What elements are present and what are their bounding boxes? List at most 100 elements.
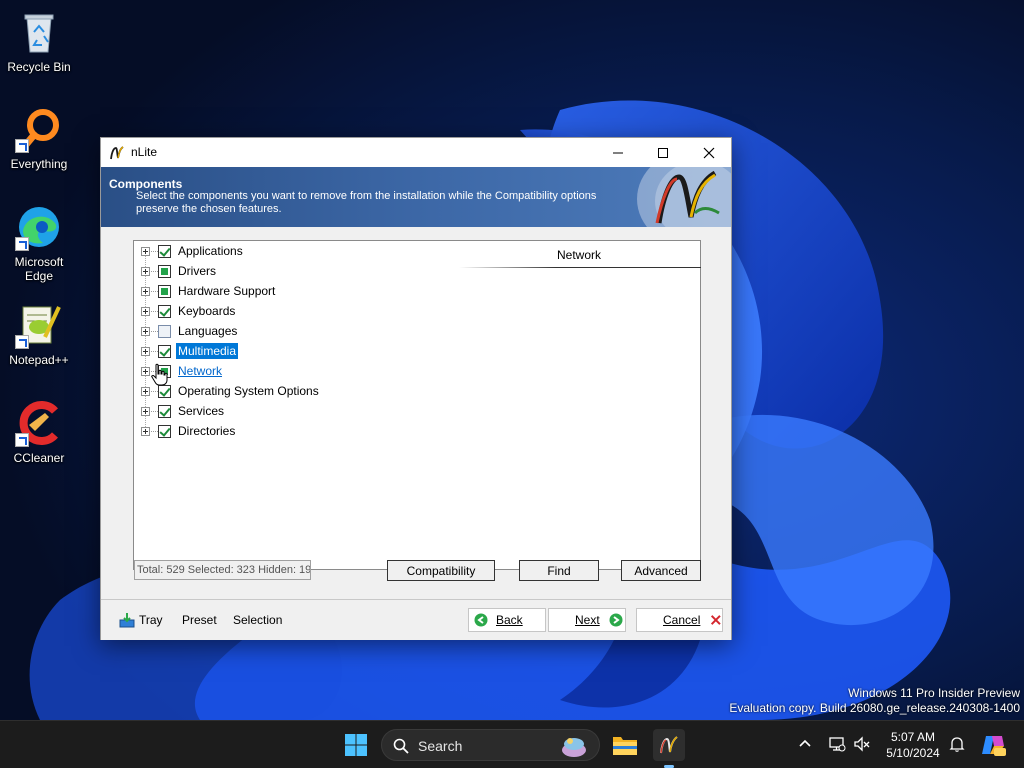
wizard-footer: Tray Preset Selection Back Next Cancel xyxy=(101,600,731,640)
shortcut-arrow-icon xyxy=(15,139,29,153)
checkbox[interactable] xyxy=(158,345,171,358)
everything-search-icon xyxy=(15,105,63,153)
nlite-logo-icon xyxy=(637,167,731,227)
checkbox[interactable] xyxy=(158,405,171,418)
back-button[interactable]: Back xyxy=(468,608,546,632)
close-button[interactable] xyxy=(686,138,732,167)
checkbox[interactable] xyxy=(158,245,171,258)
checkbox[interactable] xyxy=(158,325,171,338)
shortcut-arrow-icon xyxy=(15,335,29,349)
window-title: nLite xyxy=(131,145,158,159)
expand-plus-icon[interactable] xyxy=(141,287,150,296)
preset-link[interactable]: Preset xyxy=(182,613,217,627)
shortcut-arrow-icon xyxy=(15,237,29,251)
hand-cursor-icon xyxy=(151,363,168,386)
tree-item-label: Directories xyxy=(178,424,236,438)
next-button[interactable]: Next xyxy=(548,608,626,632)
header-description: Select the components you want to remove… xyxy=(136,190,597,215)
close-icon xyxy=(703,147,715,158)
watermark-line-2: Evaluation copy. Build 26080.ge_release.… xyxy=(729,701,1020,715)
notification-bell-icon[interactable] xyxy=(948,735,966,753)
desktop-icon-ccleaner[interactable]: CCleaner xyxy=(4,399,74,465)
tree-item-label: Applications xyxy=(178,244,243,258)
recycle-bin-icon xyxy=(15,8,63,56)
clock-time: 5:07 AM xyxy=(890,730,936,744)
cancel-button[interactable]: Cancel xyxy=(636,608,723,632)
detail-pane-header: Network xyxy=(459,246,701,268)
desktop-icon-everything[interactable]: Everything xyxy=(4,105,74,171)
start-button[interactable] xyxy=(340,729,372,761)
expand-plus-icon[interactable] xyxy=(141,267,150,276)
desktop-icon-label: Recycle Bin xyxy=(7,60,71,74)
maximize-icon xyxy=(658,147,668,158)
title-bar[interactable]: nLite xyxy=(101,138,731,167)
search-highlight-icon xyxy=(562,738,586,757)
detail-pane-title: Network xyxy=(556,248,601,262)
nlite-app-icon xyxy=(110,146,124,160)
taskbar-search[interactable]: Search xyxy=(381,729,600,761)
selection-link[interactable]: Selection xyxy=(233,613,282,627)
components-tree[interactable]: Applications Drivers Hardware Support Ke… xyxy=(133,240,701,570)
components-header: Components Select the components you wan… xyxy=(101,167,731,227)
expand-plus-icon[interactable] xyxy=(141,367,150,376)
expand-plus-icon[interactable] xyxy=(141,347,150,356)
desktop-icon-label: Everything xyxy=(10,157,68,171)
back-label: Back xyxy=(496,613,523,627)
file-explorer-button[interactable] xyxy=(609,729,641,761)
volume-muted-icon[interactable] xyxy=(853,735,871,753)
nlite-window: nLite Components Select the components y… xyxy=(100,137,732,640)
expand-plus-icon[interactable] xyxy=(141,427,150,436)
maximize-button[interactable] xyxy=(640,138,686,167)
desktop-icon-microsoft-edge[interactable]: Microsoft Edge xyxy=(4,203,74,283)
edge-icon xyxy=(15,203,63,251)
ccleaner-icon xyxy=(15,399,63,447)
tree-item-label: Multimedia xyxy=(176,343,239,359)
next-arrow-icon xyxy=(609,613,623,627)
compatibility-button[interactable]: Compatibility xyxy=(387,560,495,581)
tree-item-label: Hardware Support xyxy=(178,284,276,298)
network-icon[interactable] xyxy=(828,735,846,753)
checkbox[interactable] xyxy=(158,265,171,278)
minimize-icon xyxy=(613,152,623,153)
checkbox[interactable] xyxy=(158,425,171,438)
tree-item-label: Drivers xyxy=(178,264,216,278)
components-content: Applications Drivers Hardware Support Ke… xyxy=(101,227,731,599)
header-title: Components xyxy=(109,177,183,191)
notepadpp-icon xyxy=(15,301,63,349)
search-icon xyxy=(393,738,409,754)
clock-date: 5/10/2024 xyxy=(886,746,940,760)
tree-item-label: Keyboards xyxy=(178,304,236,318)
checkbox[interactable] xyxy=(158,305,171,318)
windows-start-icon xyxy=(345,734,367,756)
expand-plus-icon[interactable] xyxy=(141,327,150,336)
checkbox[interactable] xyxy=(158,285,171,298)
tray-icon xyxy=(119,613,135,628)
chevron-up-icon[interactable] xyxy=(796,735,814,753)
next-label: Next xyxy=(575,613,600,627)
expand-plus-icon[interactable] xyxy=(141,247,150,256)
advanced-button[interactable]: Advanced xyxy=(621,560,701,581)
desktop-icon-label: Notepad++ xyxy=(9,353,69,367)
search-label: Search xyxy=(418,738,463,754)
expand-plus-icon[interactable] xyxy=(141,387,150,396)
tree-item-label: Network xyxy=(178,364,223,378)
desktop-icon-label: CCleaner xyxy=(13,451,65,465)
desktop-icon-notepadpp[interactable]: Notepad++ xyxy=(4,301,74,367)
tree-item-label: Services xyxy=(178,404,225,418)
windows-watermark: Windows 11 Pro Insider Preview Evaluatio… xyxy=(729,686,1020,716)
expand-plus-icon[interactable] xyxy=(141,307,150,316)
expand-plus-icon[interactable] xyxy=(141,407,150,416)
minimize-button[interactable] xyxy=(595,138,641,167)
find-button[interactable]: Find xyxy=(519,560,599,581)
tree-item-label: Languages xyxy=(178,324,238,338)
tray-link[interactable]: Tray xyxy=(139,613,163,627)
selection-status: Total: 529 Selected: 323 Hidden: 19 xyxy=(134,560,311,580)
taskbar: Search 5:07 AM 5/10/2024 xyxy=(0,720,1024,768)
cancel-label: Cancel xyxy=(663,613,701,627)
nlite-taskbar-button[interactable] xyxy=(653,729,685,761)
tree-connector xyxy=(145,251,146,431)
copilot-icon[interactable] xyxy=(980,732,1006,758)
system-clock[interactable]: 5:07 AM 5/10/2024 xyxy=(880,729,946,761)
desktop-icon-recycle-bin[interactable]: Recycle Bin xyxy=(4,8,74,74)
file-explorer-icon xyxy=(613,737,637,755)
